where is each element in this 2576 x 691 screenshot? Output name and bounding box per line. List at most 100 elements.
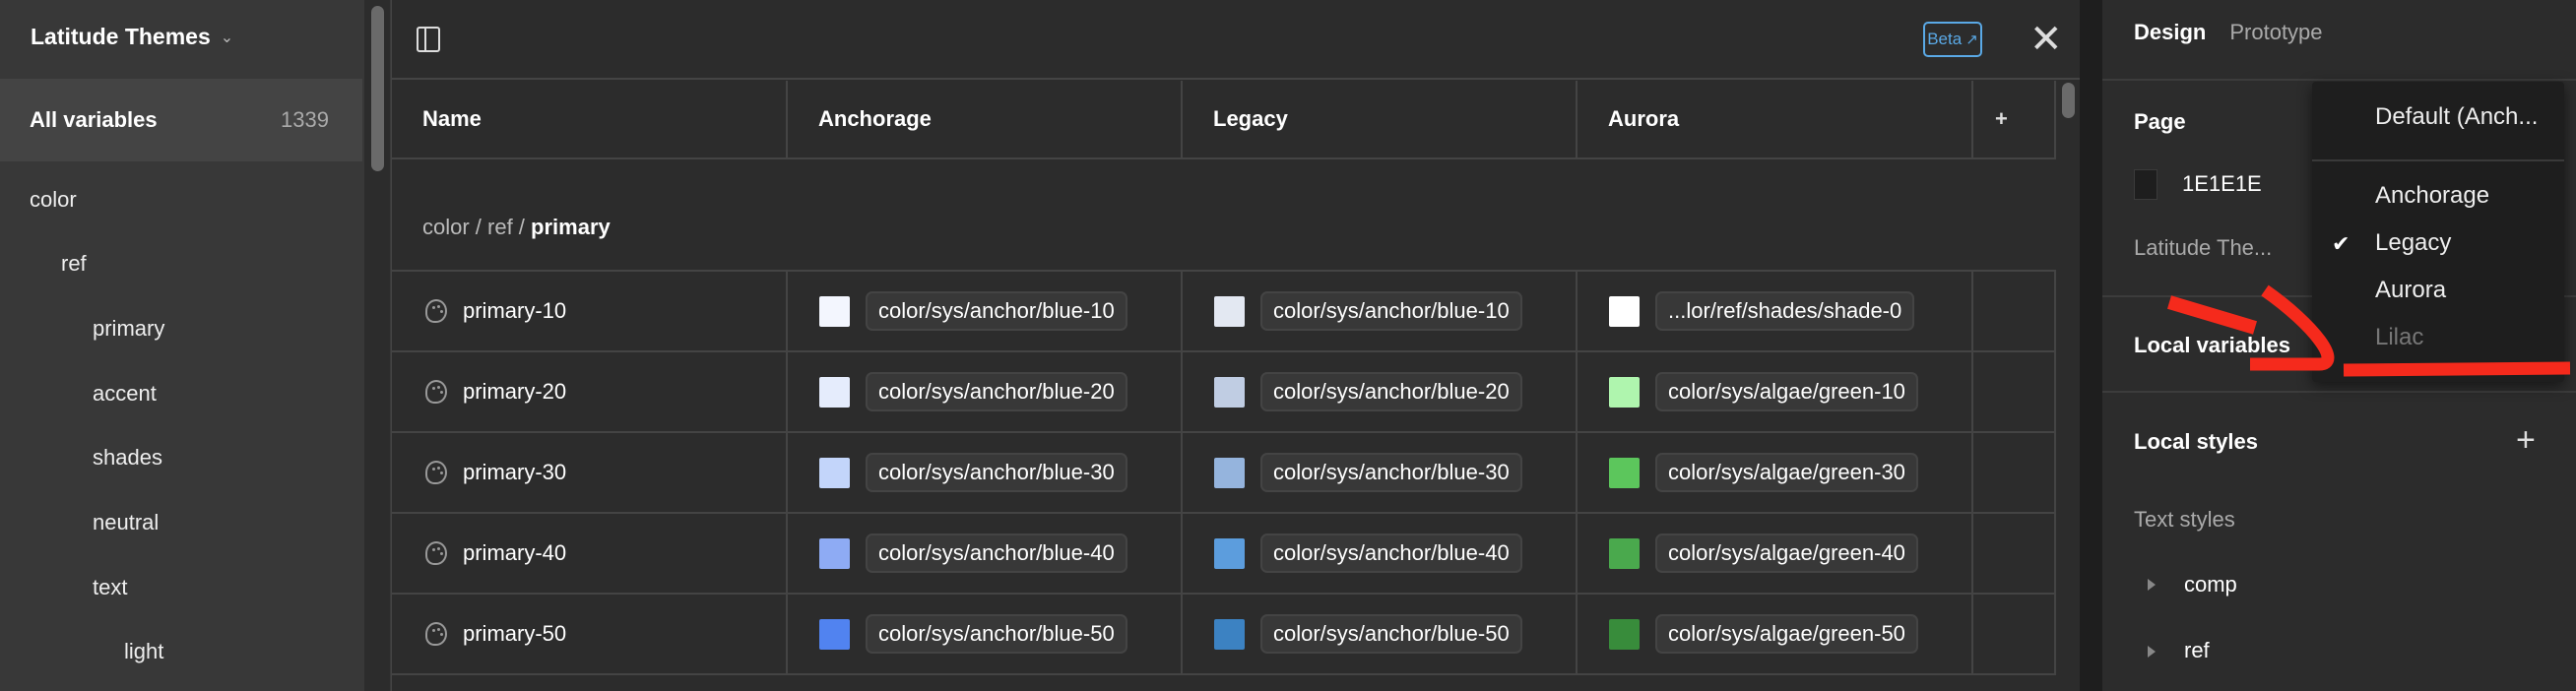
all-variables-item[interactable]: All variables 1339 xyxy=(0,79,362,161)
add-mode-button[interactable]: + xyxy=(1973,81,2056,157)
table-row[interactable]: primary-40 color/sys/anchor/blue-40 colo… xyxy=(392,514,2056,595)
color-swatch[interactable] xyxy=(819,537,850,569)
table-row[interactable]: primary-50 color/sys/anchor/blue-50 colo… xyxy=(392,595,2056,675)
table-scrollbar[interactable] xyxy=(2060,81,2077,691)
external-link-icon: ↗ xyxy=(1965,31,1978,48)
alias-chip[interactable]: color/sys/anchor/blue-20 xyxy=(1260,372,1522,411)
alias-chip[interactable]: color/sys/anchor/blue-50 xyxy=(866,614,1127,654)
color-swatch[interactable] xyxy=(1214,295,1245,327)
mode-value-cell[interactable]: color/sys/anchor/blue-10 xyxy=(1183,272,1578,350)
mode-value-cell[interactable]: color/sys/algae/green-40 xyxy=(1578,514,1973,593)
alias-chip[interactable]: color/sys/anchor/blue-30 xyxy=(1260,453,1522,492)
color-swatch[interactable] xyxy=(819,295,850,327)
tab-prototype[interactable]: Prototype xyxy=(2229,20,2322,45)
column-header-legacy[interactable]: Legacy xyxy=(1183,81,1578,157)
mode-value-cell[interactable]: color/sys/algae/green-30 xyxy=(1578,433,1973,512)
mode-value-cell[interactable]: color/sys/anchor/blue-30 xyxy=(1183,433,1578,512)
add-style-icon[interactable]: + xyxy=(2516,421,2536,460)
mode-value-cell[interactable]: color/sys/anchor/blue-50 xyxy=(788,595,1183,673)
alias-chip[interactable]: color/sys/anchor/blue-40 xyxy=(866,534,1127,573)
menu-item-legacy[interactable]: Legacy xyxy=(2375,229,2451,257)
empty-cell xyxy=(1973,433,2056,512)
menu-item-default[interactable]: Default (Anch... xyxy=(2375,103,2538,131)
collection-selector[interactable]: Latitude Themes ⌄ xyxy=(31,24,233,50)
variable-name-cell[interactable]: primary-20 xyxy=(392,352,788,431)
table-row[interactable]: primary-30 color/sys/anchor/blue-30 colo… xyxy=(392,433,2056,514)
sidebar-item-shades[interactable]: shades xyxy=(93,445,162,471)
beta-badge[interactable]: Beta ↗ xyxy=(1923,22,1982,57)
alias-chip[interactable]: color/sys/algae/green-30 xyxy=(1655,453,1918,492)
sidebar-toggle-icon[interactable] xyxy=(417,27,440,52)
style-group-ref[interactable]: ref xyxy=(2184,638,2210,663)
variable-name-cell[interactable]: primary-50 xyxy=(392,595,788,673)
sidebar-item-light[interactable]: light xyxy=(124,639,163,664)
alias-chip[interactable]: color/sys/anchor/blue-40 xyxy=(1260,534,1522,573)
color-swatch[interactable] xyxy=(1609,457,1640,488)
page-color-swatch[interactable] xyxy=(2134,169,2157,200)
expand-arrow-icon[interactable] xyxy=(2148,579,2156,591)
alias-chip[interactable]: color/sys/algae/green-40 xyxy=(1655,534,1918,573)
local-variables-label[interactable]: Local variables xyxy=(2134,333,2290,358)
column-header-anchorage[interactable]: Anchorage xyxy=(788,81,1183,157)
mode-value-cell[interactable]: color/sys/anchor/blue-40 xyxy=(1183,514,1578,593)
mode-value-cell[interactable]: color/sys/algae/green-50 xyxy=(1578,595,1973,673)
scrollbar-thumb[interactable] xyxy=(371,6,384,171)
mode-value-cell[interactable]: color/sys/anchor/blue-20 xyxy=(1183,352,1578,431)
sidebar-item-color[interactable]: color xyxy=(30,187,77,213)
color-swatch[interactable] xyxy=(819,376,850,408)
alias-chip[interactable]: color/sys/anchor/blue-50 xyxy=(1260,614,1522,654)
mode-value-cell[interactable]: color/sys/anchor/blue-20 xyxy=(788,352,1183,431)
scrollbar-thumb[interactable] xyxy=(2062,83,2075,118)
sidebar-item-ref[interactable]: ref xyxy=(61,251,87,277)
expand-arrow-icon[interactable] xyxy=(2148,646,2156,658)
tab-design[interactable]: Design xyxy=(2134,20,2206,45)
alias-chip[interactable]: color/sys/algae/green-10 xyxy=(1655,372,1918,411)
color-swatch[interactable] xyxy=(1609,537,1640,569)
mode-value-cell[interactable]: color/sys/anchor/blue-50 xyxy=(1183,595,1578,673)
color-swatch[interactable] xyxy=(1214,457,1245,488)
alias-chip[interactable]: color/sys/anchor/blue-30 xyxy=(866,453,1127,492)
sidebar-scrollbar[interactable] xyxy=(364,0,391,691)
alias-chip[interactable]: color/sys/algae/green-50 xyxy=(1655,614,1918,654)
group-path: color / ref / xyxy=(422,215,532,239)
variable-name-cell[interactable]: primary-10 xyxy=(392,272,788,350)
style-group-comp[interactable]: comp xyxy=(2184,572,2237,597)
menu-item-anchorage[interactable]: Anchorage xyxy=(2375,182,2489,210)
color-swatch[interactable] xyxy=(1609,618,1640,650)
variable-name-cell[interactable]: primary-30 xyxy=(392,433,788,512)
variables-sidebar: Latitude Themes ⌄ All variables 1339 col… xyxy=(0,0,364,691)
alias-chip[interactable]: color/sys/anchor/blue-20 xyxy=(866,372,1127,411)
close-icon[interactable]: ✕ xyxy=(2029,20,2063,59)
alias-chip[interactable]: color/sys/anchor/blue-10 xyxy=(866,291,1127,331)
variable-name: primary-50 xyxy=(463,621,567,646)
alias-chip[interactable]: color/sys/anchor/blue-10 xyxy=(1260,291,1522,331)
table-row[interactable]: primary-20 color/sys/anchor/blue-20 colo… xyxy=(392,352,2056,433)
variable-name-cell[interactable]: primary-40 xyxy=(392,514,788,593)
panel-divider xyxy=(2080,0,2102,691)
mode-value-cell[interactable]: color/sys/algae/green-10 xyxy=(1578,352,1973,431)
color-swatch[interactable] xyxy=(1609,376,1640,408)
color-swatch[interactable] xyxy=(1214,537,1245,569)
column-header-aurora[interactable]: Aurora xyxy=(1578,81,1973,157)
color-swatch[interactable] xyxy=(1609,295,1640,327)
empty-cell xyxy=(1973,272,2056,350)
mode-value-cell[interactable]: color/sys/anchor/blue-10 xyxy=(788,272,1183,350)
sidebar-item-primary[interactable]: primary xyxy=(93,316,164,342)
sidebar-item-text[interactable]: text xyxy=(93,575,127,600)
page-color-value[interactable]: 1E1E1E xyxy=(2182,171,2262,197)
table-row[interactable]: primary-10 color/sys/anchor/blue-10 colo… xyxy=(392,272,2056,352)
sidebar-item-neutral[interactable]: neutral xyxy=(93,510,159,535)
collection-mode-label[interactable]: Latitude The... xyxy=(2134,235,2272,261)
mode-value-cell[interactable]: ...lor/ref/shades/shade-0 xyxy=(1578,272,1973,350)
sidebar-item-accent[interactable]: accent xyxy=(93,381,157,407)
mode-value-cell[interactable]: color/sys/anchor/blue-30 xyxy=(788,433,1183,512)
color-swatch[interactable] xyxy=(819,618,850,650)
variable-name: primary-40 xyxy=(463,540,567,565)
alias-chip[interactable]: ...lor/ref/shades/shade-0 xyxy=(1655,291,1915,331)
menu-item-aurora[interactable]: Aurora xyxy=(2375,277,2446,304)
color-swatch[interactable] xyxy=(1214,376,1245,408)
menu-separator xyxy=(2312,159,2564,161)
color-swatch[interactable] xyxy=(1214,618,1245,650)
mode-value-cell[interactable]: color/sys/anchor/blue-40 xyxy=(788,514,1183,593)
color-swatch[interactable] xyxy=(819,457,850,488)
